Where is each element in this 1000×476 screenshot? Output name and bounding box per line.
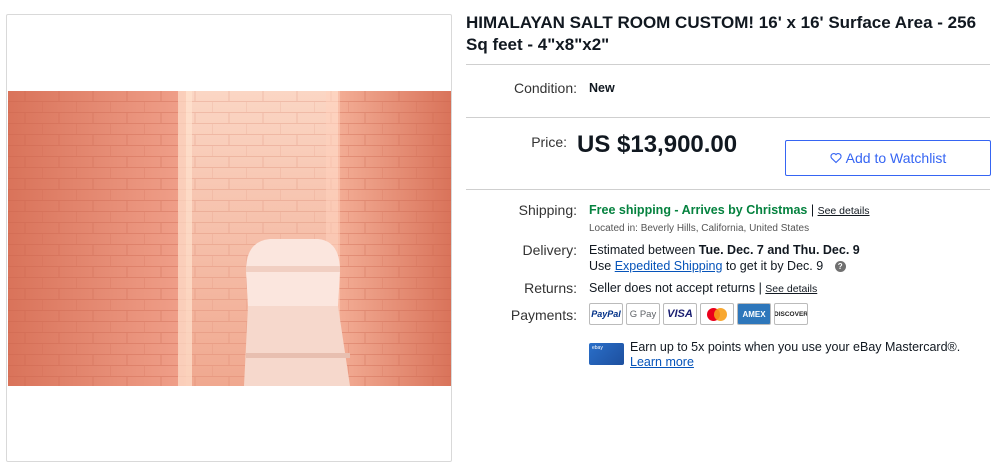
amex-icon: AMEX (737, 303, 771, 325)
free-shipping-text: Free shipping - Arrives by Christmas (589, 203, 808, 217)
expedited-prefix: Use (589, 259, 615, 273)
shipping-separator: | (810, 203, 815, 217)
returns-separator: | (758, 281, 762, 295)
price-value: US $13,900.00 (577, 131, 738, 158)
condition-label: Condition: (513, 80, 577, 96)
expedited-shipping-line: Use Expedited Shipping to get it by Dec.… (589, 258, 846, 274)
price-label: Price: (531, 134, 567, 150)
visa-icon: VISA (663, 303, 697, 325)
price-divider (466, 189, 990, 190)
expedited-shipping-link[interactable]: Expedited Shipping (615, 259, 723, 273)
payment-methods: PayPal G Pay VISA AMEX DISCOVER (589, 303, 808, 325)
card-label: ebay (592, 345, 603, 351)
listing-title: HIMALAYAN SALT ROOM CUSTOM! 16' x 16' Su… (466, 13, 977, 54)
condition-divider (466, 117, 990, 118)
listing-photo[interactable] (8, 91, 451, 386)
returns-label: Returns: (524, 280, 577, 296)
condition-value: New (589, 81, 615, 95)
returns-see-details-link[interactable]: See details (765, 283, 817, 295)
delivery-label: Delivery: (522, 242, 577, 258)
help-icon[interactable]: ? (834, 261, 846, 272)
discover-icon: DISCOVER (774, 303, 808, 325)
add-to-watchlist-button[interactable]: Add to Watchlist (785, 140, 991, 176)
title-divider (466, 64, 990, 65)
item-location: Located in: Beverly Hills, California, U… (589, 223, 810, 234)
image-gallery-frame[interactable] (6, 14, 452, 462)
delivery-estimate-prefix: Estimated between (589, 243, 699, 257)
mastercard-promo-text: Earn up to 5x points when you use your e… (630, 340, 961, 354)
watchlist-label: Add to Watchlist (845, 150, 947, 166)
heart-icon (830, 153, 842, 164)
expedited-suffix: to get it by Dec. 9 (722, 259, 824, 273)
google-pay-icon: G Pay (626, 303, 660, 325)
shipping-info: Free shipping - Arrives by Christmas | S… (589, 202, 870, 219)
shipping-see-details-link[interactable]: See details (818, 205, 870, 217)
shipping-label: Shipping: (518, 202, 577, 218)
learn-more-link[interactable]: Learn more (630, 355, 960, 370)
delivery-dates: Tue. Dec. 7 and Thu. Dec. 9 (698, 243, 860, 257)
returns-info: Seller does not accept returns | See det… (589, 280, 817, 297)
mastercard-icon (700, 303, 734, 325)
returns-policy: Seller does not accept returns (589, 281, 756, 295)
delivery-estimate: Estimated between Tue. Dec. 7 and Thu. D… (589, 242, 860, 258)
paypal-icon: PayPal (589, 303, 623, 325)
payments-label: Payments: (510, 307, 577, 323)
mastercard-promo: Earn up to 5x points when you use your e… (630, 340, 960, 370)
ebay-mastercard-icon: ebay (589, 343, 624, 365)
